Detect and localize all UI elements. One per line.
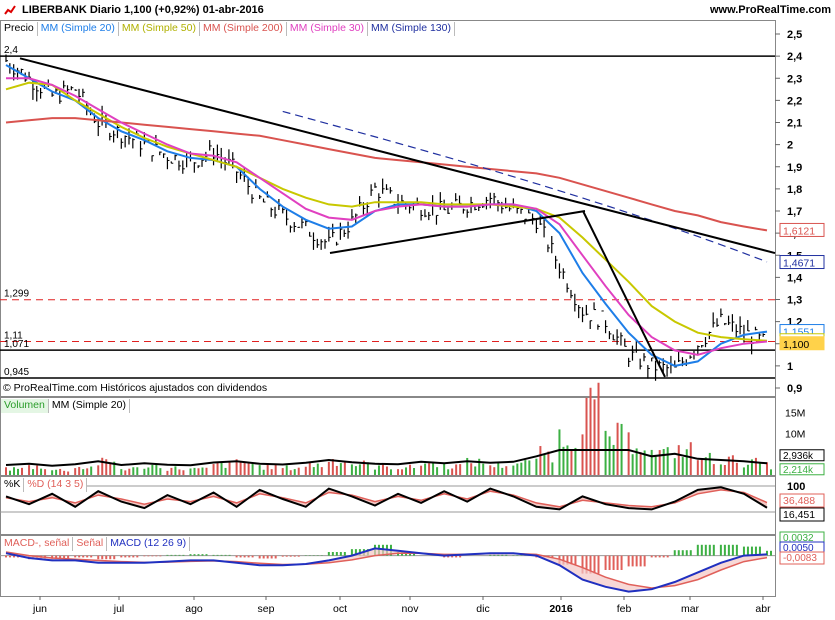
y-tick-label: 2,5 [787, 29, 802, 41]
ma130-line [282, 110, 768, 263]
legend-ma200: MM (Simple 200) [199, 22, 287, 36]
x-tick-label: oct [333, 603, 347, 615]
stoch-tick-label: 100 [787, 481, 805, 493]
stoch-last-label: 36,488 [783, 495, 815, 507]
y-tick-label: 1,7 [787, 206, 802, 218]
trendline-down [19, 57, 776, 255]
legend-price: Precio [1, 22, 38, 36]
volume-legend: Volumen MM (Simple 20) [1, 399, 130, 413]
stoch-legend: %K %D (14 3 5) [1, 478, 88, 492]
volume-tick-label: 15M [785, 408, 805, 420]
legend-signal: Señal [73, 537, 108, 551]
x-tick-label: dic [476, 603, 489, 615]
x-tick-label: 2016 [549, 603, 573, 615]
last-value-label: 1,100 [783, 339, 809, 351]
legend-ma30: MM (Simple 30) [286, 22, 369, 36]
volume-ma20-line [5, 449, 768, 467]
macd-last-label: -0,0083 [783, 553, 817, 564]
legend-macd-hist: MACD-, señal [1, 537, 74, 551]
legend-volume-ma20: MM (Simple 20) [48, 399, 130, 413]
ma-line-mm-simple-30- [6, 77, 768, 356]
y-tick-label: 1,3 [787, 295, 802, 307]
volume-tick-label: 10M [785, 428, 805, 440]
trendline-steep [582, 210, 666, 378]
legend-d: %D (14 3 5) [24, 478, 88, 492]
x-tick-label: sep [258, 603, 275, 615]
data-credit: © ProRealTime.com Históricos ajustados c… [3, 382, 268, 394]
level-label: 0,945 [4, 367, 29, 378]
legend-ma130: MM (Simple 130) [368, 22, 455, 36]
legend-k: %K [1, 478, 25, 492]
y-tick-label: 0,9 [787, 383, 802, 395]
x-tick-label: mar [681, 603, 700, 615]
last-value-label: 1,6121 [783, 225, 815, 237]
macd-signal-line [5, 551, 768, 589]
legend-volume: Volumen [1, 399, 49, 413]
x-tick-label: abr [755, 603, 771, 615]
x-tick-label: jun [32, 603, 47, 615]
y-tick-label: 1 [787, 361, 793, 373]
last-value-label: 1,4671 [783, 258, 815, 270]
y-tick-label: 1,8 [787, 184, 802, 196]
legend-ma20: MM (Simple 20) [37, 22, 119, 36]
stoch-last-label: 16,451 [783, 509, 815, 521]
y-tick-label: 2,1 [787, 118, 802, 130]
y-tick-label: 2,2 [787, 95, 802, 107]
level-label: 1,299 [4, 289, 29, 300]
level-label: 1,071 [4, 339, 29, 350]
x-tick-label: ago [185, 603, 203, 615]
stoch-d-line [5, 489, 768, 508]
macd-legend: MACD-, señal Señal MACD (12 26 9) [1, 537, 191, 551]
price-legend: Precio MM (Simple 20) MM (Simple 50) MM … [1, 22, 455, 36]
y-tick-label: 2,3 [787, 73, 802, 85]
volume-last-label: 2,214k [783, 465, 814, 476]
x-tick-label: jul [113, 603, 125, 615]
ma-line-mm-simple-200- [5, 117, 768, 232]
y-tick-label: 2,4 [787, 51, 803, 63]
y-tick-label: 2 [787, 140, 793, 152]
x-tick-label: nov [402, 603, 420, 615]
y-tick-label: 1,4 [787, 272, 803, 284]
level-label: 2,4 [4, 45, 18, 56]
trendline-up [329, 210, 586, 255]
legend-ma50: MM (Simple 50) [118, 22, 200, 36]
legend-macd: MACD (12 26 9) [107, 537, 191, 551]
volume-last-label: 2,936k [783, 451, 814, 462]
y-tick-label: 1,9 [787, 162, 802, 174]
x-tick-label: feb [617, 603, 632, 615]
ma-line-mm-simple-20- [5, 64, 768, 367]
chart-canvas[interactable]: 2,52,42,32,22,121,91,81,71,61,51,41,31,2… [0, 0, 835, 620]
